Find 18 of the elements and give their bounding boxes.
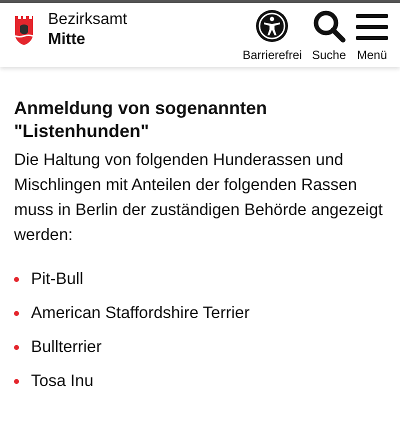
bullet-icon <box>14 378 19 384</box>
bullet-icon <box>14 344 19 350</box>
bullet-icon <box>14 276 19 282</box>
menu-button[interactable]: Menü <box>356 10 388 62</box>
coat-of-arms-icon[interactable] <box>14 14 34 46</box>
bullet-icon <box>14 310 19 316</box>
article-heading: Anmeldung von sogenannten "Listenhunden" <box>14 97 268 143</box>
org-district: Mitte <box>48 30 86 50</box>
accessibility-icon <box>255 8 290 42</box>
search-button[interactable]: Suche <box>312 8 346 62</box>
breed-item: Tosa Inu <box>31 372 94 390</box>
intro-paragraph: Die Haltung von folgenden Hunderassen und Mischlingen mit Anteilen der folgenden Rassen muss in Berlin der zuständigen Behörde angezeigt werden: <box>14 150 384 246</box>
accessibility-button[interactable]: Barrierefrei <box>242 8 302 62</box>
org-name: Bezirksamt <box>48 10 128 30</box>
search-icon <box>312 8 346 42</box>
breed-item: Bullterrier <box>31 338 102 356</box>
breed-item: Pit-Bull <box>31 270 84 288</box>
breed-item: American Staffordshire Terrier <box>31 304 250 322</box>
